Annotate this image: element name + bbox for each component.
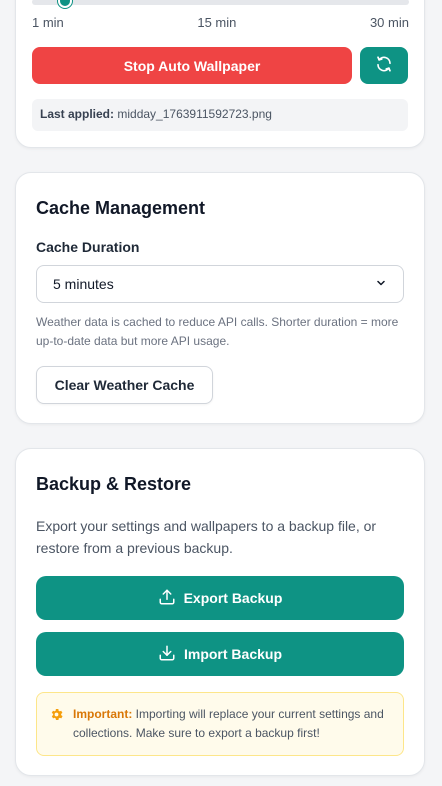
stop-auto-wallpaper-button[interactable]: Stop Auto Wallpaper [32, 47, 352, 84]
settings-page: 1 min 15 min 30 min Stop Auto Wallpaper … [0, 0, 442, 786]
export-backup-label: Export Backup [183, 590, 283, 606]
chevron-down-icon [375, 276, 387, 292]
last-applied-status: Last applied: midday_1763911592723.png [32, 99, 408, 131]
backup-description: Export your settings and wallpapers to a… [36, 518, 377, 556]
cache-duration-select[interactable]: 5 minutes [36, 265, 404, 303]
cache-duration-label: Cache Duration [36, 239, 140, 255]
slider-labels: 1 min 15 min 30 min [32, 15, 409, 30]
export-backup-button[interactable]: Export Backup [36, 576, 404, 620]
slider-min-label: 1 min [32, 15, 64, 30]
backup-title: Backup & Restore [36, 474, 192, 494]
slider-max-label: 30 min [369, 15, 409, 30]
import-backup-button[interactable]: Import Backup [36, 632, 404, 676]
backup-restore-card: Backup & Restore Export your settings an… [15, 448, 425, 776]
upload-icon [158, 588, 176, 609]
slider-mid-label: 15 min [197, 15, 237, 30]
download-icon [158, 644, 176, 665]
refresh-wallpaper-button[interactable] [360, 47, 408, 84]
cache-help-text: Weather data is cached to reduce API cal… [36, 315, 399, 348]
cache-duration-value: 5 minutes [53, 276, 114, 292]
clear-weather-cache-button[interactable]: Clear Weather Cache [36, 366, 213, 404]
interval-slider-thumb[interactable] [58, 0, 72, 8]
last-applied-filename: midday_1763911592723.png [117, 107, 272, 121]
last-applied-label: Last applied: [40, 107, 115, 121]
import-warning-notice: Important: Importing will replace your c… [36, 692, 404, 756]
interval-slider[interactable] [32, 0, 409, 8]
import-backup-label: Import Backup [183, 646, 282, 662]
notice-strong-label: Important: [73, 707, 133, 721]
gear-warning-icon [49, 707, 64, 728]
cache-management-card: Cache Management Cache Duration 5 minute… [15, 172, 425, 424]
refresh-icon [375, 55, 393, 76]
auto-wallpaper-card: 1 min 15 min 30 min Stop Auto Wallpaper … [15, 0, 425, 148]
cache-title: Cache Management [36, 198, 206, 218]
